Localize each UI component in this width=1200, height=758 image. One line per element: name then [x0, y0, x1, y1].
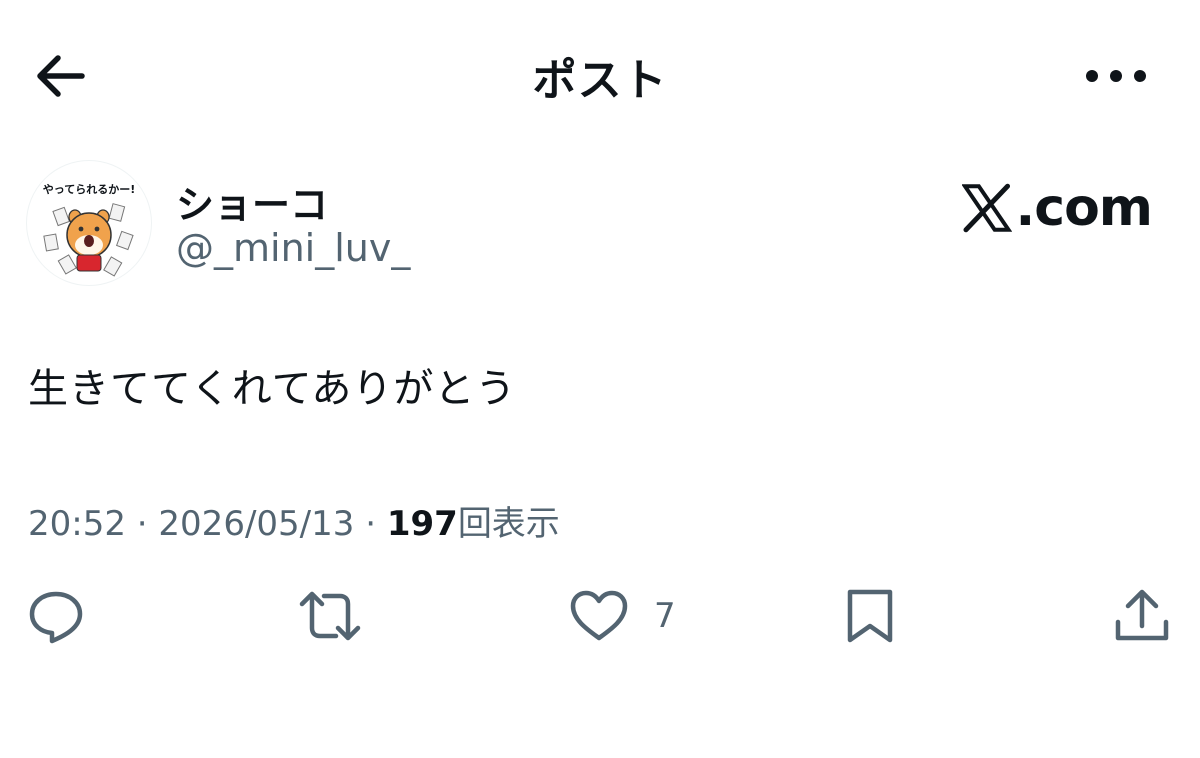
post-text: 生きててくれてありがとう: [28, 366, 517, 412]
post-date[interactable]: 2026/05/13: [158, 504, 354, 544]
repost-icon: [299, 591, 361, 641]
author-handle[interactable]: @_mini_luv_: [176, 226, 410, 270]
repost-button[interactable]: [298, 586, 362, 646]
avatar[interactable]: やってられるかー!: [26, 160, 152, 286]
like-button[interactable]: 7: [568, 586, 676, 646]
bookmark-icon: [847, 589, 893, 643]
post-meta: 20:52 · 2026/05/13 · 197回表示: [28, 496, 560, 545]
meta-separator: ·: [354, 504, 387, 544]
avatar-illustration: やってられるかー!: [43, 183, 135, 277]
x-brand: .com: [962, 176, 1153, 240]
reply-button[interactable]: [26, 586, 86, 646]
post-time[interactable]: 20:52: [28, 504, 126, 544]
brand-text: .com: [1015, 178, 1153, 238]
more-button[interactable]: [1080, 52, 1152, 100]
heart-icon: [570, 590, 628, 641]
author-display-name[interactable]: ショーコ: [176, 174, 328, 229]
views-label: 回表示: [457, 504, 560, 544]
page-title: ポスト: [532, 55, 668, 106]
share-button[interactable]: [1112, 586, 1172, 646]
meta-separator: ·: [125, 504, 159, 544]
reply-icon: [29, 591, 83, 644]
share-icon: [1115, 589, 1169, 641]
avatar-text: やってられるかー!: [43, 183, 135, 196]
x-logo-icon: [962, 183, 1012, 233]
views-count: 197: [386, 504, 458, 544]
more-horizontal-icon: [1086, 70, 1146, 82]
like-count: 7: [654, 596, 676, 636]
bookmark-button[interactable]: [842, 586, 898, 646]
